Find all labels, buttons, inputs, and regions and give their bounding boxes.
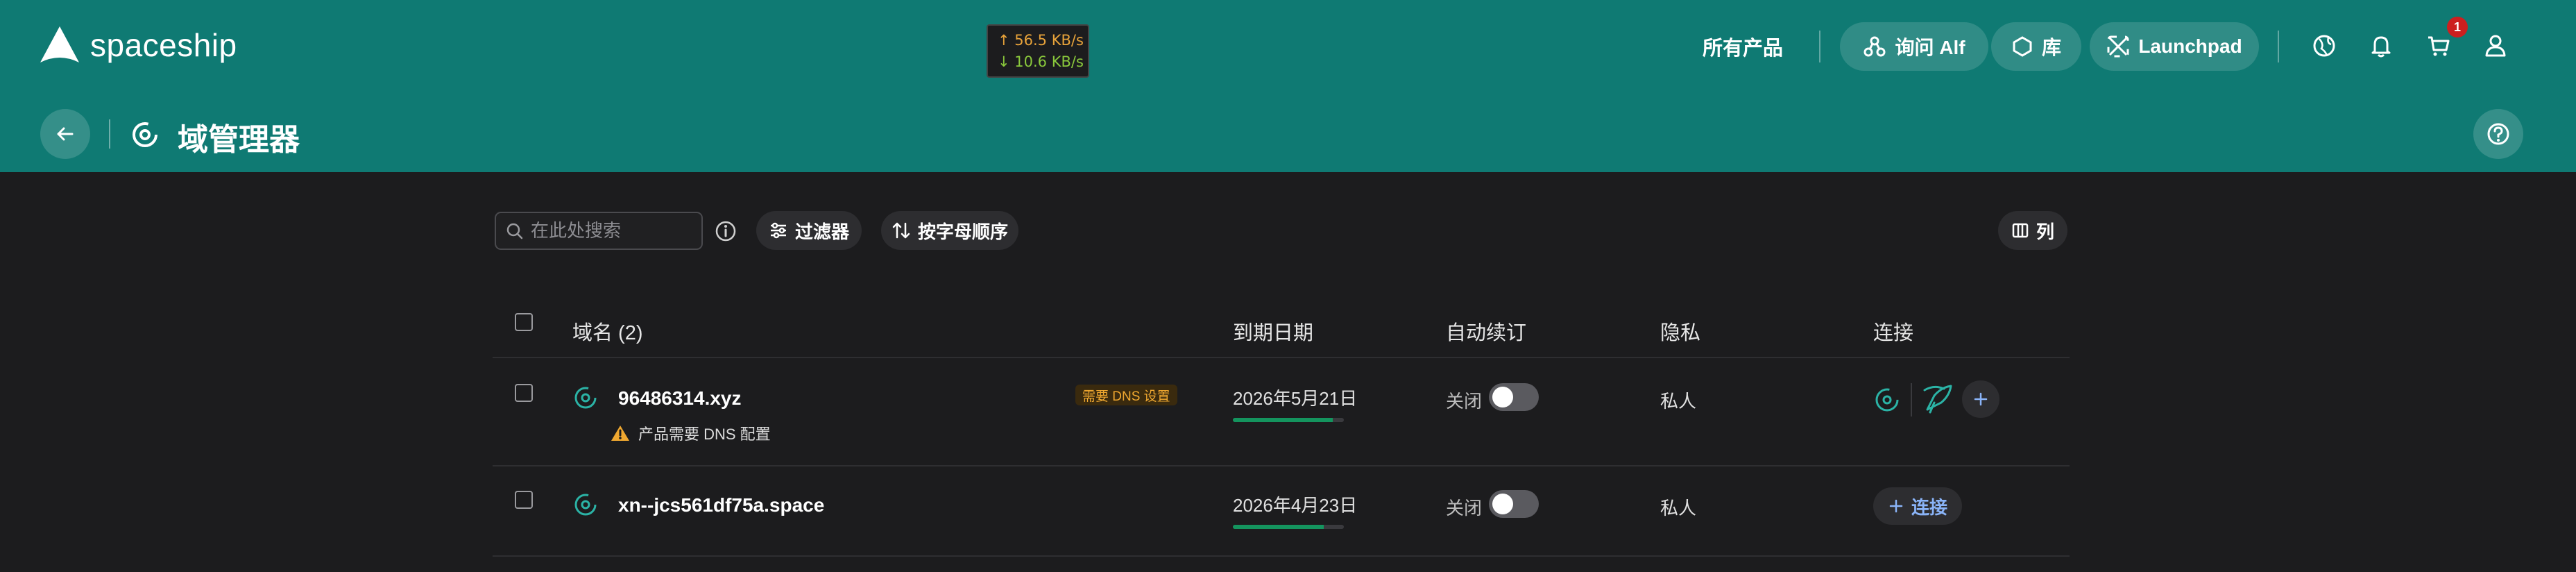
search-input[interactable] [531,220,690,242]
domain-name[interactable]: 96486314.xyz [618,387,742,410]
domain-icon [574,494,597,516]
rocket-service-icon[interactable] [1920,382,1955,417]
col-connection[interactable]: 连接 [1873,317,1913,346]
user-icon[interactable] [2482,32,2509,60]
col-privacy[interactable]: 隐私 [1660,317,1700,346]
expiry-progress-bar [1233,525,1344,529]
plus-icon [1889,499,1903,513]
back-button[interactable] [40,109,90,159]
sort-arrows-icon [892,222,910,239]
table-header: 域名 (2) 到期日期 自动续订 隐私 连接 [493,296,2070,358]
bell-icon[interactable] [2367,32,2395,60]
row-checkbox[interactable] [515,491,533,509]
col-auto-renew[interactable]: 自动续订 [1446,317,1526,346]
question-circle-icon [2487,123,2509,145]
table-row[interactable]: xn--jcs561df75a.space 2026年4月23日 关闭 私人 连… [493,466,2070,557]
sliders-icon [770,222,786,239]
toggle-knob [1492,387,1513,407]
col-expiry[interactable]: 到期日期 [1233,317,1313,346]
columns-button[interactable]: 列 [1998,211,2067,250]
auto-renew-status: 关闭 [1446,391,1483,412]
divider [2278,31,2279,62]
launchpad-label: Launchpad [2138,35,2242,57]
hexagon-icon [2013,36,2032,57]
row-checkbox[interactable] [515,384,533,402]
top-header: spaceship ↑ 56.5 KB/s ↓ 10.6 KB/s 所有产品 询… [0,0,2576,172]
connect-button[interactable]: 连接 [1873,487,1962,525]
privacy-status: 私人 [1660,391,1697,412]
cart-count-badge: 1 [2447,17,2468,37]
search-box[interactable] [495,212,703,250]
info-icon[interactable] [714,219,737,243]
expiry-date: 2026年4月23日 [1233,495,1358,516]
divider [109,119,110,149]
page-title: 域管理器 [178,123,300,157]
add-connection-button[interactable] [1962,380,1999,418]
filter-label: 过滤器 [794,221,849,242]
domain-name[interactable]: xn--jcs561df75a.space [618,494,824,516]
sort-button[interactable]: 按字母顺序 [881,211,1018,250]
rocket-logo-icon [40,26,79,62]
privacy-status: 私人 [1660,498,1697,519]
arrow-left-icon [57,127,74,141]
domain-icon [574,387,597,409]
ask-alf-button[interactable]: 询问 Alf [1840,22,1988,71]
library-label: 库 [2041,37,2061,58]
download-speed: ↓ 10.6 KB/s [998,53,1084,70]
plus-icon [1974,392,1988,406]
launchpad-icon [2107,35,2129,58]
table-row[interactable]: 96486314.xyz 需要 DNS 设置 产品需要 DNS 配置 2026年… [493,360,2070,466]
divider [1819,31,1820,62]
upload-speed: ↑ 56.5 KB/s [998,32,1084,49]
select-all-checkbox[interactable] [515,313,533,331]
sort-label: 按字母顺序 [917,221,1008,242]
brand-name: spaceship [90,27,237,63]
connect-label: 连接 [1911,496,1947,518]
help-button[interactable] [2473,109,2523,159]
auto-renew-status: 关闭 [1446,498,1483,519]
dns-warning-text: 产品需要 DNS 配置 [638,426,771,443]
network-speed-widget: ↑ 56.5 KB/s ↓ 10.6 KB/s [987,24,1089,78]
alf-icon [1863,36,1886,57]
expiry-date: 2026年5月21日 [1233,388,1358,409]
warning-icon [611,426,629,441]
domain-target-icon [133,122,157,147]
expiry-progress-fill [1233,418,1333,422]
search-icon [506,223,523,239]
dns-connect-icon[interactable] [1873,386,1901,414]
auto-renew-toggle[interactable] [1489,383,1539,411]
col-domain[interactable]: 域名 (2) [572,317,643,346]
toggle-knob [1492,494,1513,514]
divider [1911,383,1912,417]
globe-icon[interactable] [2310,32,2338,60]
launchpad-button[interactable]: Launchpad [2090,22,2259,71]
spaceship-logo[interactable]: spaceship [39,25,237,65]
all-products-link[interactable]: 所有产品 [1703,32,1783,61]
dns-warning: 产品需要 DNS 配置 [611,422,771,444]
dns-required-badge[interactable]: 需要 DNS 设置 [1075,385,1177,405]
ask-alf-label: 询问 Alf [1895,37,1965,58]
expiry-progress-fill [1233,525,1324,529]
columns-icon [2012,223,2029,238]
filter-button[interactable]: 过滤器 [756,211,862,250]
cart-icon[interactable] [2425,32,2453,60]
columns-label: 列 [2036,221,2054,242]
library-button[interactable]: 库 [1991,22,2081,71]
auto-renew-toggle[interactable] [1489,490,1539,518]
expiry-progress-bar [1233,418,1344,422]
